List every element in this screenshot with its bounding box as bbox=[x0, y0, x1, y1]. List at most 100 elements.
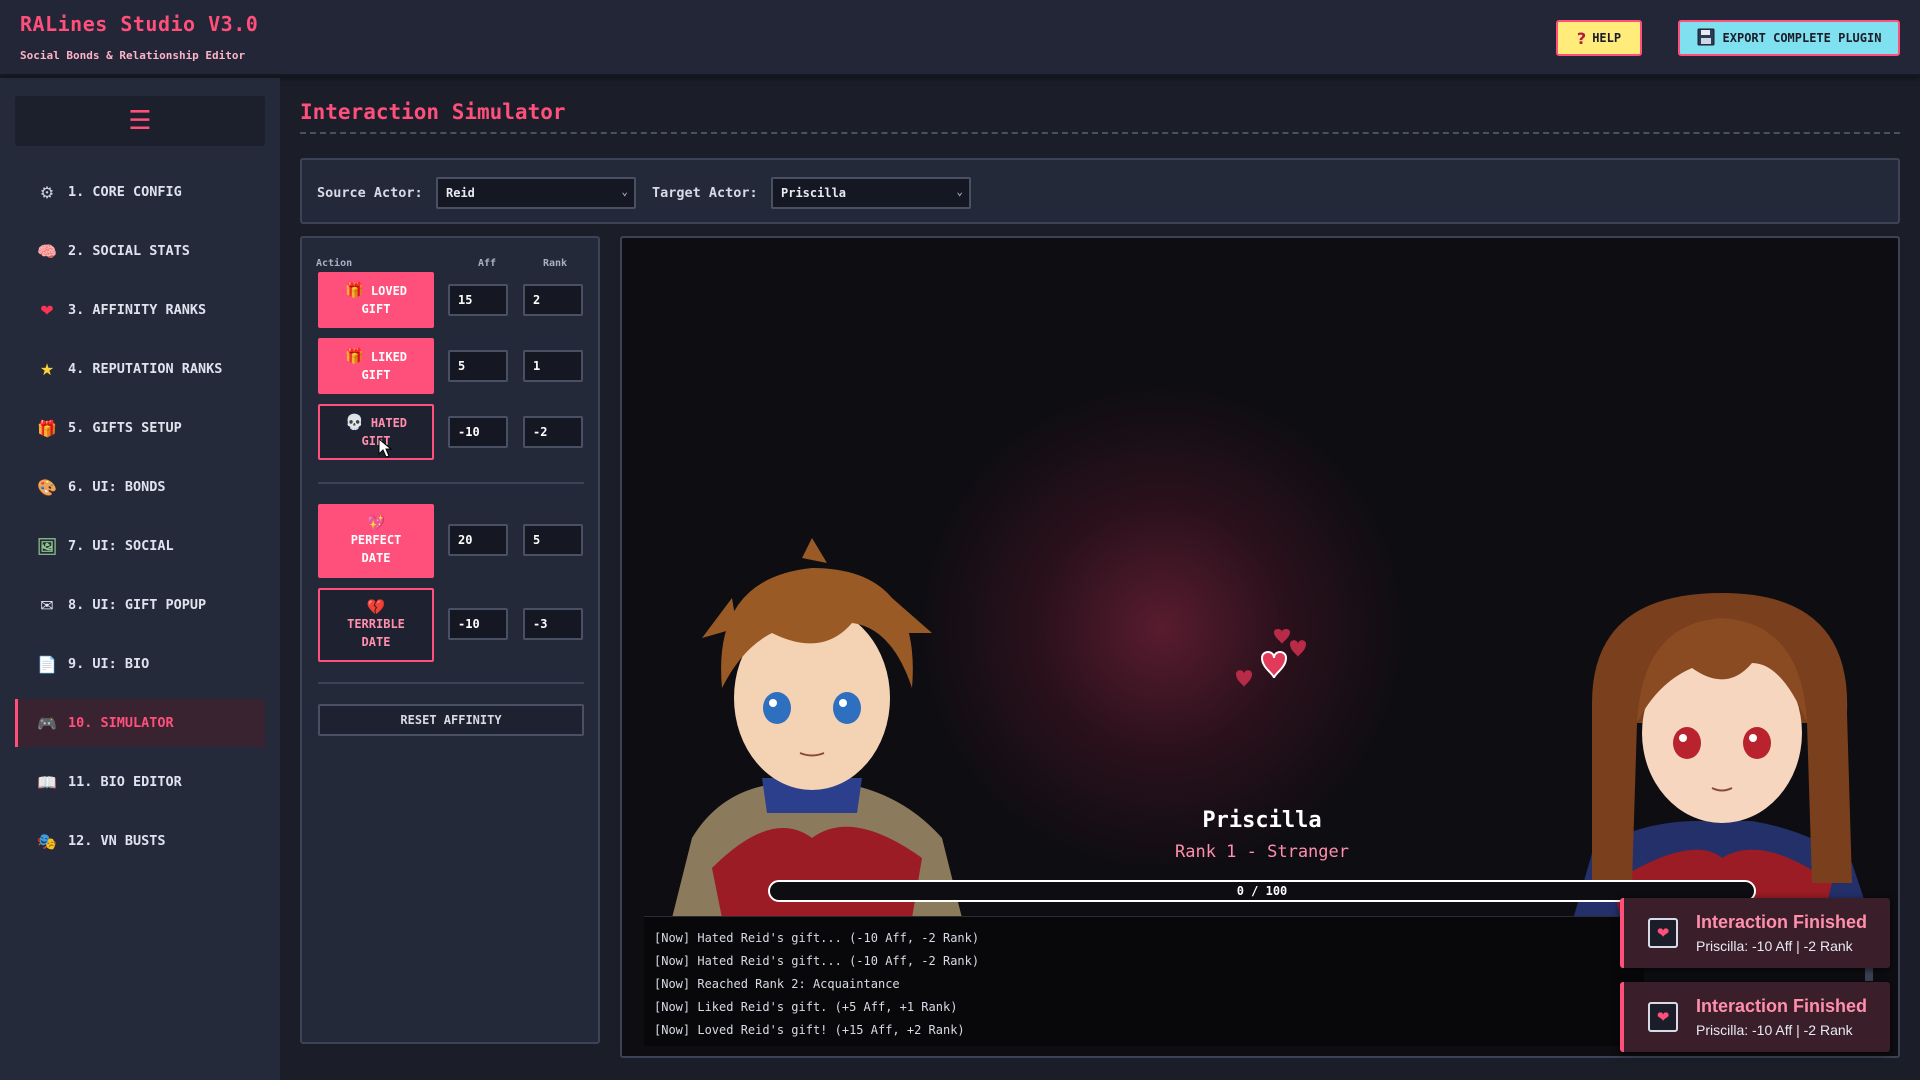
sidebar-item-label: 8. UI: GIFT POPUP bbox=[68, 597, 207, 613]
hearts-animation bbox=[1236, 629, 1306, 687]
aff-column-header: Aff bbox=[478, 258, 497, 269]
menu-toggle-button[interactable]: ☰ bbox=[15, 96, 265, 146]
loved-gift-button[interactable]: 🎁 LOVED GIFT bbox=[318, 272, 434, 328]
perfect-date-button[interactable]: 💖 PERFECT DATE bbox=[318, 504, 434, 578]
gift-icon: 🎁 bbox=[37, 418, 57, 438]
sidebar-item-label: 2. SOCIAL STATS bbox=[68, 243, 190, 259]
action-panel: Action Aff Rank 🎁 LOVED GIFT 15 2 🎁 LIKE… bbox=[300, 236, 600, 1044]
broken-heart-icon: 💔 bbox=[366, 598, 386, 616]
hated-gift-aff-input[interactable]: -10 bbox=[448, 416, 508, 448]
toast-notification[interactable]: ❤ Interaction Finished Priscilla: -10 Af… bbox=[1620, 898, 1890, 968]
terrible-date-aff-input[interactable]: -10 bbox=[448, 608, 508, 640]
page-title: Interaction Simulator bbox=[300, 100, 566, 124]
sidebar-nav: ⚙ 1. CORE CONFIG 🧠 2. SOCIAL STATS ❤ 3. … bbox=[15, 168, 265, 876]
sidebar-item-ui-gift-popup[interactable]: ✉ 8. UI: GIFT POPUP bbox=[15, 581, 265, 629]
sidebar-item-ui-social[interactable]: 🖼 7. UI: SOCIAL bbox=[15, 522, 265, 570]
sidebar-item-vn-busts[interactable]: 🎭 12. VN BUSTS bbox=[15, 817, 265, 865]
toast-message: Priscilla: -10 Aff | -2 Rank bbox=[1696, 1022, 1853, 1038]
log-entry: [Now] Loved Reid's gift! (+15 Aff, +2 Ra… bbox=[654, 1023, 965, 1037]
hamburger-icon: ☰ bbox=[128, 106, 152, 136]
sidebar-item-core-config[interactable]: ⚙ 1. CORE CONFIG bbox=[15, 168, 265, 216]
affinity-progress-bar: 0 / 100 bbox=[768, 880, 1756, 902]
gear-icon: ⚙ bbox=[39, 182, 55, 202]
log-entry: [Now] Liked Reid's gift. (+5 Aff, +1 Ran… bbox=[654, 1000, 958, 1014]
question-icon: ? bbox=[1576, 28, 1587, 48]
gamepad-icon: 🎮 bbox=[37, 713, 57, 733]
chevron-down-icon: ⌄ bbox=[621, 185, 628, 198]
envelope-icon: ✉ bbox=[40, 595, 54, 615]
terrible-date-label: TERRIBLE bbox=[347, 617, 405, 631]
gift-icon: 🎁 bbox=[344, 347, 364, 365]
sidebar-item-label: 4. REPUTATION RANKS bbox=[68, 361, 223, 377]
liked-gift-button[interactable]: 🎁 LIKED GIFT bbox=[318, 338, 434, 394]
sidebar-item-affinity-ranks[interactable]: ❤ 3. AFFINITY RANKS bbox=[15, 286, 265, 334]
sidebar-item-label: 7. UI: SOCIAL bbox=[68, 538, 174, 554]
terrible-date-button[interactable]: 💔 TERRIBLE DATE bbox=[318, 588, 434, 662]
reset-affinity-button[interactable]: RESET AFFINITY bbox=[318, 704, 584, 736]
mouse-cursor bbox=[378, 438, 392, 458]
action-divider bbox=[318, 482, 584, 484]
title-divider bbox=[300, 132, 1900, 134]
loved-gift-label-2: GIFT bbox=[361, 302, 391, 316]
hated-gift-button[interactable]: 💀 HATED GIFT bbox=[318, 404, 434, 460]
action-divider bbox=[318, 682, 584, 684]
sidebar-item-social-stats[interactable]: 🧠 2. SOCIAL STATS bbox=[15, 227, 265, 275]
toast-message: Priscilla: -10 Aff | -2 Rank bbox=[1696, 938, 1853, 954]
loved-gift-rank-input[interactable]: 2 bbox=[523, 284, 583, 316]
heart-badge-icon: ❤ bbox=[1648, 1002, 1678, 1032]
perfect-date-label-2: DATE bbox=[361, 551, 391, 565]
target-actor-bust bbox=[1572, 593, 1872, 923]
help-button-label: HELP bbox=[1592, 31, 1622, 45]
target-actor-select[interactable]: Priscilla ⌄ bbox=[771, 177, 971, 209]
app-header: RALines Studio V3.0 Social Bonds & Relat… bbox=[0, 0, 1920, 76]
source-actor-select[interactable]: Reid ⌄ bbox=[436, 177, 636, 209]
brain-icon: 🧠 bbox=[37, 241, 57, 261]
liked-gift-aff-input[interactable]: 5 bbox=[448, 350, 508, 382]
toast-notification[interactable]: ❤ Interaction Finished Priscilla: -10 Af… bbox=[1620, 982, 1890, 1052]
liked-gift-label: LIKED bbox=[370, 350, 408, 364]
gift-icon: 🎁 bbox=[344, 281, 364, 299]
log-scrollbar[interactable] bbox=[1865, 967, 1873, 981]
help-button[interactable]: ? HELP bbox=[1556, 20, 1642, 56]
target-rank: Rank 1 - Stranger bbox=[1175, 842, 1349, 862]
rank-column-header: Rank bbox=[543, 258, 568, 269]
document-icon: 📄 bbox=[37, 654, 57, 674]
sidebar-item-simulator[interactable]: 🎮 10. SIMULATOR bbox=[15, 699, 265, 747]
sidebar-item-label: 11. BIO EDITOR bbox=[68, 774, 182, 790]
sidebar-item-label: 9. UI: BIO bbox=[68, 656, 150, 672]
source-actor-value: Reid bbox=[446, 186, 475, 200]
sidebar-item-reputation-ranks[interactable]: ★ 4. REPUTATION RANKS bbox=[15, 345, 265, 393]
sidebar-item-label: 3. AFFINITY RANKS bbox=[68, 302, 207, 318]
sidebar-item-label: 5. GIFTS SETUP bbox=[68, 420, 182, 436]
liked-gift-rank-input[interactable]: 1 bbox=[523, 350, 583, 382]
liked-gift-label-2: GIFT bbox=[361, 368, 391, 382]
sidebar-item-label: 1. CORE CONFIG bbox=[68, 184, 182, 200]
sidebar-item-label: 6. UI: BONDS bbox=[68, 479, 166, 495]
heart-icon: ❤ bbox=[40, 300, 54, 320]
sidebar-item-bio-editor[interactable]: 📖 11. BIO EDITOR bbox=[15, 758, 265, 806]
sidebar-item-gifts-setup[interactable]: 🎁 5. GIFTS SETUP bbox=[15, 404, 265, 452]
export-plugin-button[interactable]: EXPORT COMPLETE PLUGIN bbox=[1678, 20, 1900, 56]
skull-icon: 💀 bbox=[344, 413, 364, 431]
sidebar: ☰ ⚙ 1. CORE CONFIG 🧠 2. SOCIAL STATS ❤ 3… bbox=[0, 78, 280, 1080]
terrible-date-rank-input[interactable]: -3 bbox=[523, 608, 583, 640]
sidebar-item-ui-bio[interactable]: 📄 9. UI: BIO bbox=[15, 640, 265, 688]
app-subtitle: Social Bonds & Relationship Editor bbox=[20, 49, 246, 62]
loved-gift-aff-input[interactable]: 15 bbox=[448, 284, 508, 316]
star-icon: ★ bbox=[39, 359, 55, 379]
target-actor-label: Target Actor: bbox=[652, 185, 758, 201]
sidebar-item-ui-bonds[interactable]: 🎨 6. UI: BONDS bbox=[15, 463, 265, 511]
perfect-date-aff-input[interactable]: 20 bbox=[448, 524, 508, 556]
toast-title: Interaction Finished bbox=[1696, 996, 1868, 1016]
stage-glow bbox=[912, 378, 1412, 878]
palette-icon: 🎨 bbox=[37, 477, 57, 497]
sidebar-item-label: 12. VN BUSTS bbox=[68, 833, 166, 849]
perfect-date-rank-input[interactable]: 5 bbox=[523, 524, 583, 556]
hated-gift-rank-input[interactable]: -2 bbox=[523, 416, 583, 448]
loved-gift-label: LOVED bbox=[370, 284, 408, 298]
floppy-disk-icon bbox=[1697, 28, 1715, 49]
terrible-date-label-2: DATE bbox=[361, 635, 391, 649]
interaction-log: [Now] Hated Reid's gift... (-10 Aff, -2 … bbox=[644, 916, 1644, 1046]
affinity-progress-text: 0 / 100 bbox=[1236, 884, 1288, 898]
toast-title: Interaction Finished bbox=[1696, 912, 1868, 932]
